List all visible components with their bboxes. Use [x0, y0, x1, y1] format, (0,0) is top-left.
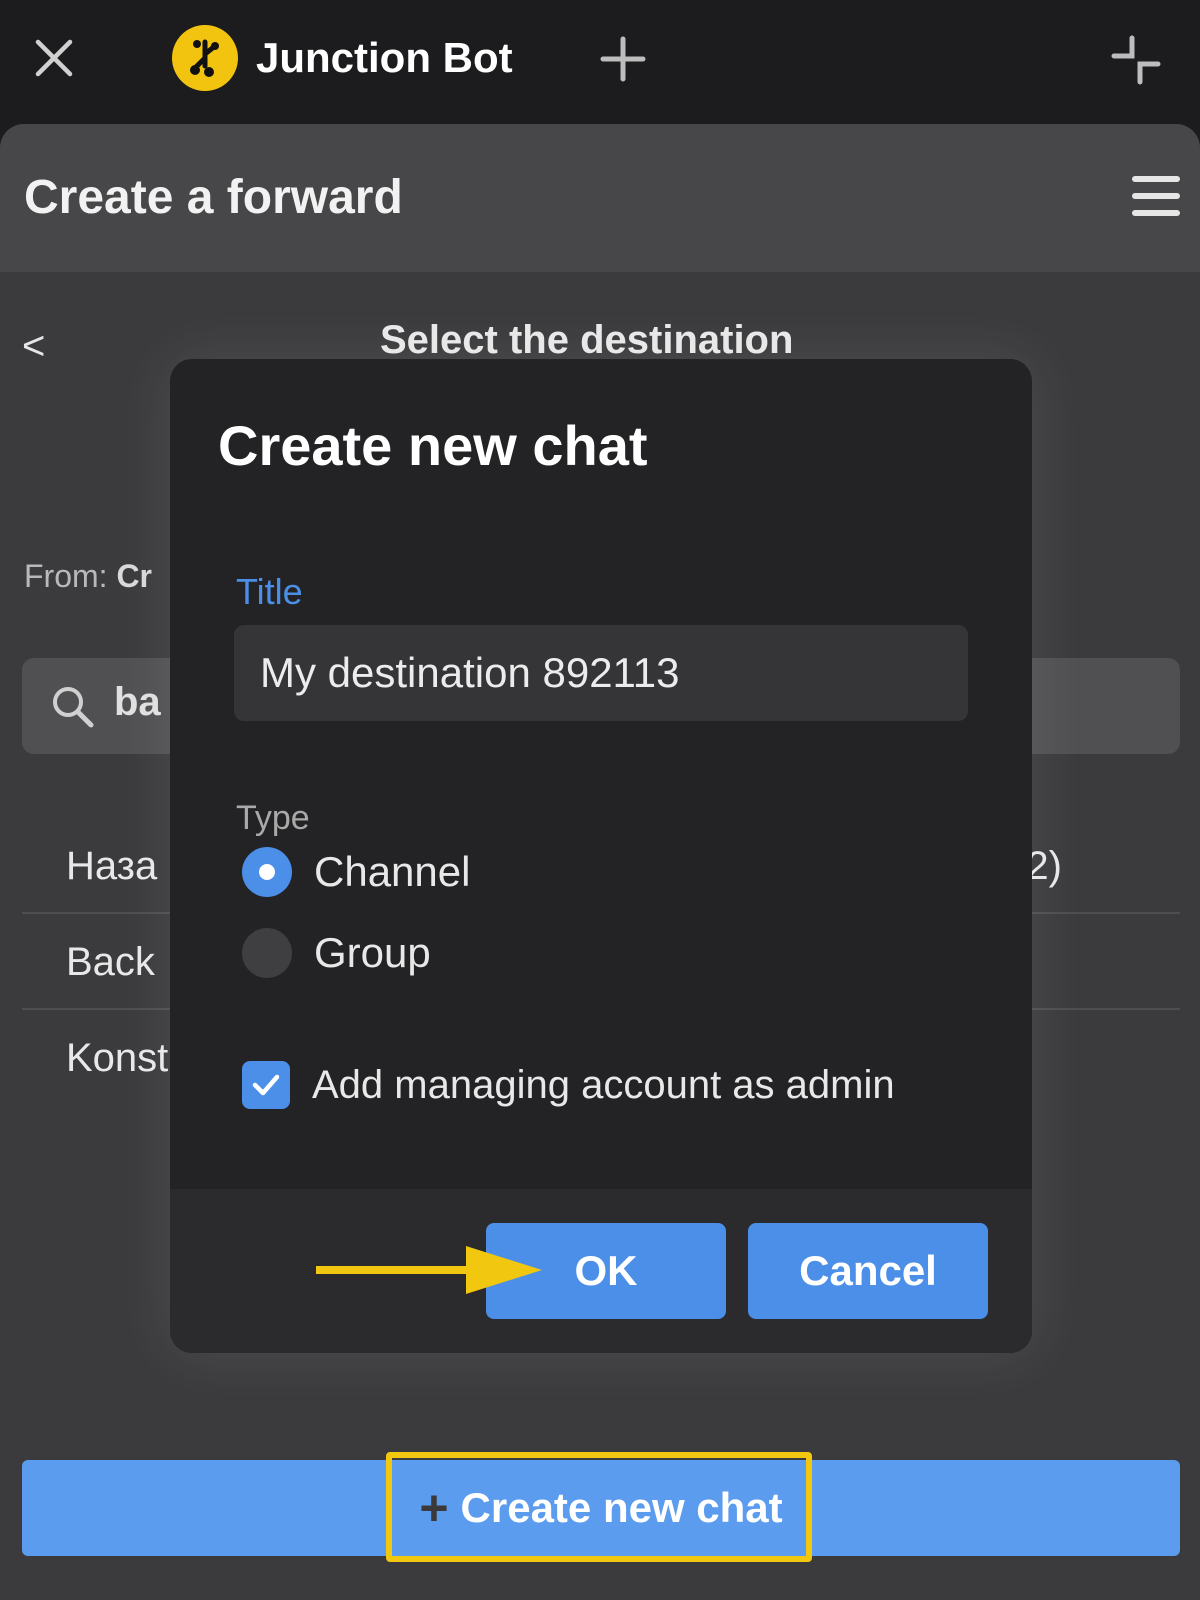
dialog-footer: OK Cancel	[170, 1189, 1032, 1353]
search-icon	[53, 687, 94, 728]
create-new-chat-label: Create new chat	[460, 1484, 783, 1531]
create-new-chat-button[interactable]: + Create new chat	[22, 1460, 1180, 1556]
radio-group-label: Group	[314, 929, 431, 976]
admin-checkbox-label: Add managing account as admin	[312, 1062, 895, 1107]
radio-group[interactable]: Group	[242, 928, 431, 978]
from-label: From: Cr	[24, 558, 152, 594]
close-icon[interactable]	[30, 34, 78, 82]
back-button[interactable]: <	[22, 324, 45, 369]
create-chat-dialog: Create new chat Title Type Channel Group…	[170, 359, 1032, 1353]
admin-checkbox-row[interactable]: Add managing account as admin	[242, 1061, 895, 1109]
radio-selected-icon[interactable]	[242, 847, 292, 897]
arrow-annotation-icon	[316, 1246, 542, 1294]
list-item-label: Наза	[66, 844, 158, 888]
plus-icon[interactable]	[596, 32, 650, 86]
title-input[interactable]	[234, 625, 968, 721]
section-subtitle: Select the destination	[380, 318, 794, 362]
hamburger-menu-icon[interactable]	[1132, 176, 1180, 216]
page-header: Create a forward	[0, 124, 1200, 272]
radio-unselected-icon[interactable]	[242, 928, 292, 978]
checkbox-checked-icon[interactable]	[242, 1061, 290, 1109]
radio-channel[interactable]: Channel	[242, 847, 470, 897]
minimize-icon[interactable]	[1108, 32, 1164, 88]
top-bar: Junction Bot	[0, 0, 1200, 124]
list-item-label: Back	[66, 940, 155, 984]
search-value: ba	[114, 680, 161, 724]
type-label: Type	[236, 799, 310, 837]
from-value: Cr	[116, 558, 152, 594]
radio-channel-label: Channel	[314, 848, 471, 895]
title-field-label: Title	[236, 571, 303, 612]
plus-icon: +	[419, 1480, 449, 1536]
page-title: Create a forward	[24, 171, 403, 224]
junction-bot-logo	[172, 25, 238, 91]
bot-title: Junction Bot	[256, 34, 513, 81]
dialog-title: Create new chat	[218, 414, 648, 477]
list-item-label: Konst	[66, 1036, 169, 1080]
cancel-button[interactable]: Cancel	[748, 1223, 988, 1319]
